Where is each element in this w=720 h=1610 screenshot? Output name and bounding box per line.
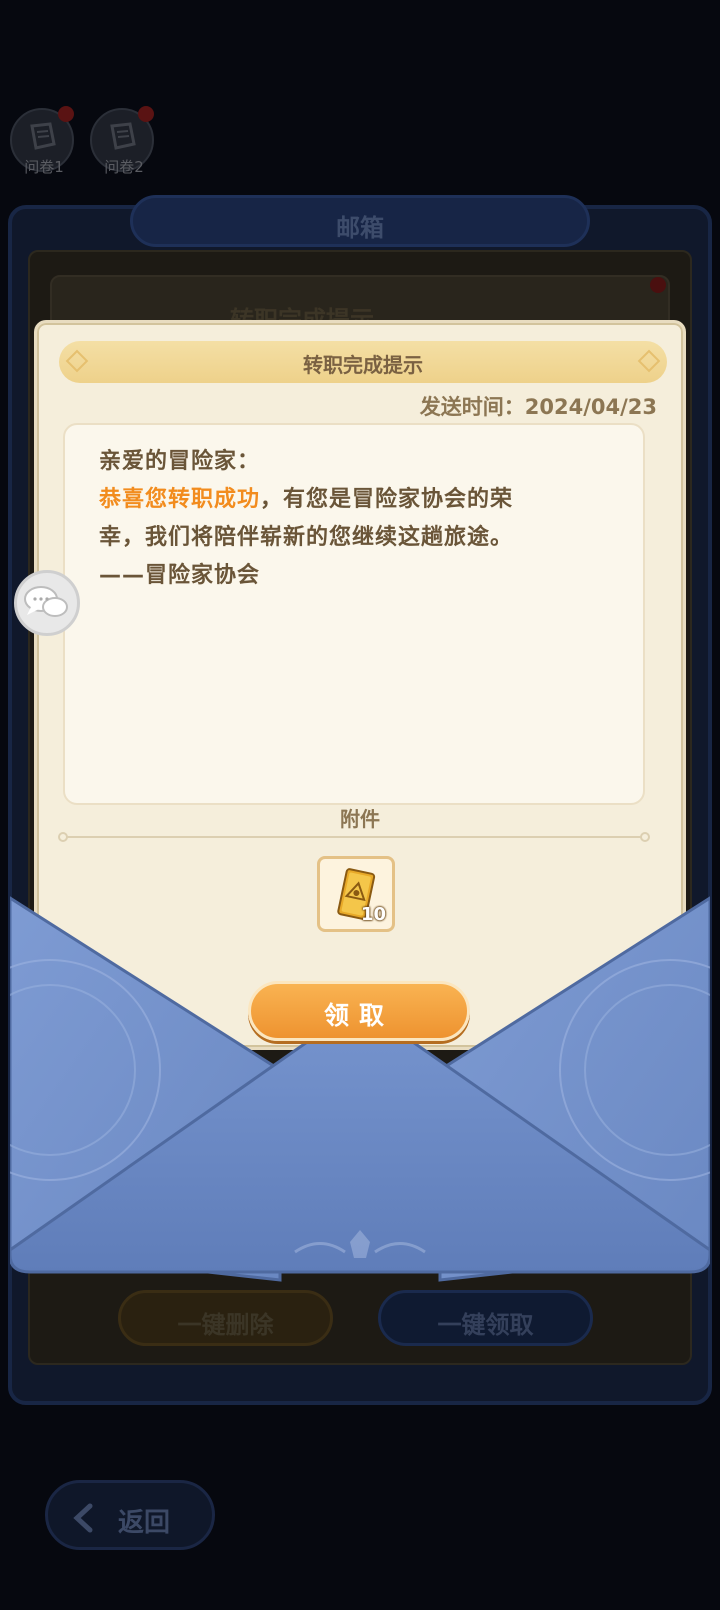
- envelope-graphic: [10, 896, 710, 1282]
- claim-button[interactable]: 领取: [248, 981, 470, 1041]
- claim-all-label: 一键领取: [437, 1311, 534, 1339]
- delete-all-label: 一键删除: [177, 1311, 274, 1339]
- letter-title-bar: 转职完成提示: [59, 341, 667, 383]
- greeting-line: 亲爱的冒险家：: [99, 449, 261, 474]
- divider-end-ornament: [58, 832, 68, 842]
- letter-title: 转职完成提示: [303, 353, 423, 377]
- signature-line: ——冒险家协会: [99, 563, 261, 588]
- notification-dot: [58, 106, 74, 122]
- scroll-icon: [110, 122, 136, 150]
- unread-dot: [650, 277, 666, 293]
- send-time: 发送时间：2024/04/23: [419, 395, 657, 419]
- message-line-2: 幸，我们将陪伴崭新的您继续这趟旅途。: [99, 525, 514, 550]
- message-body: 亲爱的冒险家： 恭喜您转职成功，有您是冒险家协会的荣 幸，我们将陪伴崭新的您继续…: [63, 423, 645, 805]
- highlight-text: 恭喜您转职成功: [99, 487, 261, 512]
- attachment-label: 附件: [340, 807, 380, 831]
- message-line-1: 恭喜您转职成功，有您是冒险家协会的荣: [99, 481, 513, 513]
- survey-1-button[interactable]: 问卷1: [10, 106, 74, 176]
- survey-2-button[interactable]: 问卷2: [90, 106, 154, 176]
- chat-bubble-icon: [24, 586, 68, 617]
- back-label: 返回: [118, 1508, 171, 1538]
- chat-float-button[interactable]: [14, 570, 80, 636]
- scroll-icon: [30, 122, 56, 150]
- divider-end-ornament: [640, 832, 650, 842]
- claim-label: 领取: [323, 1001, 394, 1030]
- back-button[interactable]: 返回: [45, 1480, 215, 1550]
- message-text: ，有您是冒险家协会的荣: [260, 487, 514, 512]
- notification-dot: [138, 106, 154, 122]
- divider: [63, 836, 645, 838]
- mailbox-title-bar: 邮箱: [130, 195, 590, 247]
- back-arrow-icon: [73, 1503, 93, 1533]
- survey-label: 问卷1: [24, 158, 64, 176]
- survey-label: 问卷2: [104, 158, 144, 176]
- mailbox-title: 邮箱: [336, 214, 384, 242]
